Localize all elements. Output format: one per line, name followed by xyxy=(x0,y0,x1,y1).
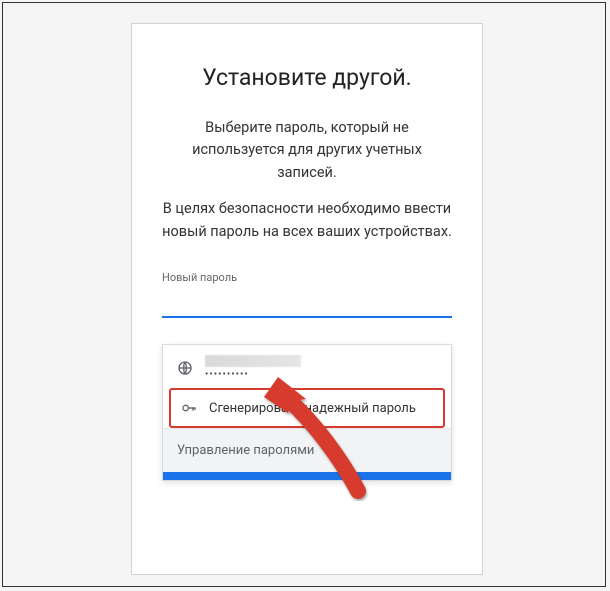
manage-passwords-option[interactable]: Управление паролями xyxy=(163,428,451,472)
bottom-accent-bar xyxy=(163,472,451,480)
password-input[interactable] xyxy=(162,290,452,318)
note-text: В целях безопасности необходимо ввести н… xyxy=(162,198,452,243)
field-label: Новый пароль xyxy=(162,271,452,284)
saved-password-mask: •••••••••• xyxy=(205,369,301,380)
page-title: Установите другой. xyxy=(162,64,452,91)
saved-domain-blurred xyxy=(205,355,301,367)
saved-password-option[interactable]: •••••••••• xyxy=(163,345,451,388)
key-icon xyxy=(181,400,197,416)
password-card: Установите другой. Выберите пароль, кото… xyxy=(131,23,483,575)
generate-password-option[interactable]: Сгенерировать надежный пароль xyxy=(169,388,445,428)
generate-password-label: Сгенерировать надежный пароль xyxy=(209,401,416,416)
outer-frame: Установите другой. Выберите пароль, кото… xyxy=(2,2,606,587)
subtitle-text: Выберите пароль, который не используется… xyxy=(162,117,452,184)
globe-icon xyxy=(177,360,193,376)
manage-passwords-label: Управление паролями xyxy=(177,443,314,458)
password-suggestion-dropdown: •••••••••• Сгенерировать надежный пароль… xyxy=(162,344,452,481)
